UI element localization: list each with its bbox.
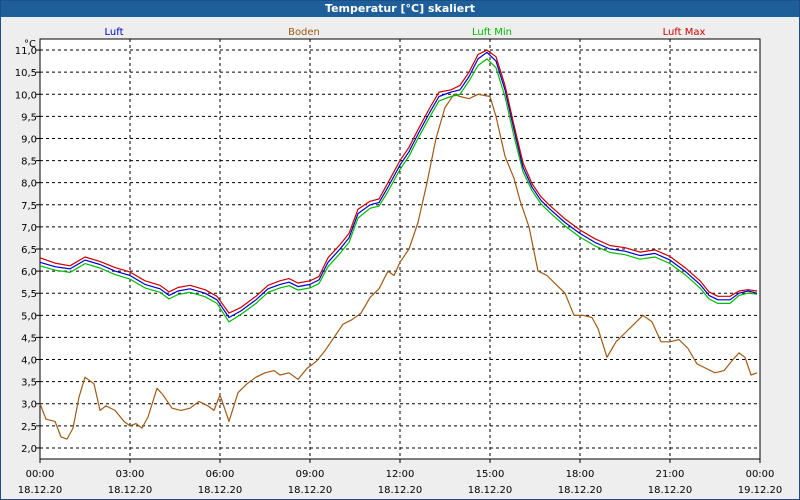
- x-tick-label-time: 18:00: [566, 469, 595, 480]
- y-tick-label: 6,5: [21, 245, 37, 256]
- chart-window: Temperatur [°C] skaliert 2,0 2,5 3,0 3,5 4,0…: [0, 0, 800, 500]
- x-tick-label-time: 15:00: [476, 469, 505, 480]
- y-tick-label: 10,5: [15, 68, 37, 79]
- x-tick-label-date: 18.12.20: [198, 485, 243, 496]
- x-tick-label-time: 09:00: [296, 469, 325, 480]
- y-tick-label: 5,5: [21, 289, 37, 300]
- legend-item-luft-min: Luft Min: [472, 27, 512, 38]
- y-tick-label: 2,5: [21, 422, 37, 433]
- y-tick-label: 5,0: [21, 311, 37, 322]
- y-tick-label: 4,5: [21, 333, 37, 344]
- x-tick-label-date: 18.12.20: [468, 485, 513, 496]
- legend-item-luft: Luft: [105, 27, 124, 38]
- x-tick-label-time: 00:00: [26, 469, 55, 480]
- legend-item-boden: Boden: [288, 27, 320, 38]
- y-tick-label: 3,0: [21, 400, 37, 411]
- x-tick-label-date: 18.12.20: [18, 485, 63, 496]
- x-tick-label-date: 18.12.20: [648, 485, 693, 496]
- x-tick-label-date: 18.12.20: [288, 485, 333, 496]
- y-tick-label: 2,0: [21, 444, 37, 455]
- y-axis-label: °C: [24, 39, 36, 50]
- y-tick-label: 6,0: [21, 267, 37, 278]
- x-tick-label-time: 03:00: [116, 469, 145, 480]
- x-tick-label-time: 00:00: [746, 469, 775, 480]
- x-tick-label-time: 06:00: [206, 469, 235, 480]
- y-tick-label: 9,5: [21, 112, 37, 123]
- x-tick-label-time: 21:00: [656, 469, 685, 480]
- y-tick-label: 7,0: [21, 223, 37, 234]
- x-tick-label-date: 19.12.20: [738, 485, 783, 496]
- temperature-chart: 2,0 2,5 3,0 3,5 4,0 4,5 5,0 5,5 6,0 6,5 7,0 7,5 8,0 8…: [15, 27, 783, 496]
- y-tick-label: 4,0: [21, 356, 37, 367]
- y-tick-label: 8,0: [21, 179, 37, 190]
- x-tick-label-date: 18.12.20: [378, 485, 423, 496]
- x-tick-label-time: 12:00: [386, 469, 415, 480]
- y-tick-label: 3,5: [21, 378, 37, 389]
- y-tick-label: 7,5: [21, 201, 37, 212]
- x-tick-label-date: 18.12.20: [108, 485, 153, 496]
- y-tick-label: 10,0: [15, 90, 37, 101]
- legend-item-luft-max: Luft Max: [663, 27, 706, 38]
- x-tick-label-date: 18.12.20: [558, 485, 603, 496]
- y-tick-label: 8,5: [21, 157, 37, 168]
- y-tick-label: 9,0: [21, 134, 37, 145]
